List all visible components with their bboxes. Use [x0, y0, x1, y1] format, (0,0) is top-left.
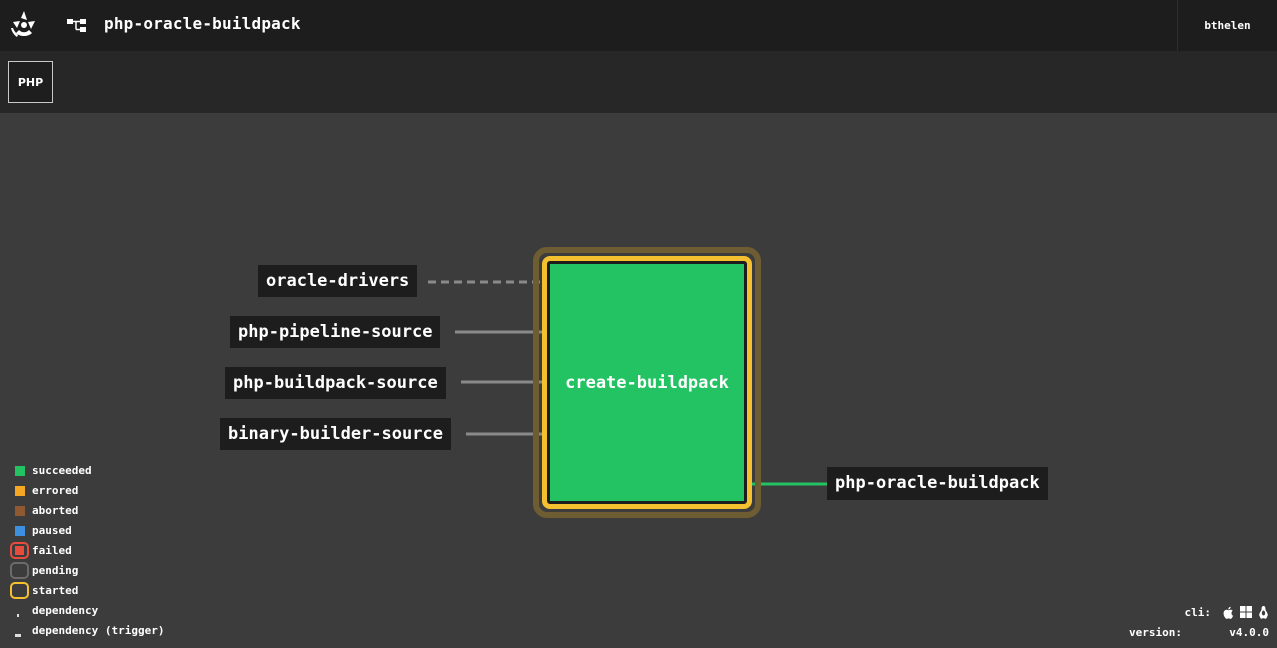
succeeded-swatch [15, 466, 25, 476]
legend-pending: pending [10, 562, 164, 582]
legend-succeeded: succeeded [10, 462, 164, 482]
legend-dependency: dependency [10, 602, 164, 622]
resource-binary-builder-source[interactable]: binary-builder-source [220, 418, 451, 450]
top-bar: php-oracle-buildpack bthelen [0, 0, 1277, 51]
legend-failed: failed [10, 542, 164, 562]
resource-php-buildpack-source[interactable]: php-buildpack-source [225, 367, 446, 399]
job-status-fill: create-buildpack [550, 264, 744, 501]
legend-started: started [10, 582, 164, 602]
dependency-swatch [17, 614, 19, 617]
started-swatch [10, 582, 29, 599]
dependency-trigger-swatch [15, 634, 21, 637]
pipeline-title[interactable]: php-oracle-buildpack [104, 14, 301, 33]
group-tab-php[interactable]: PHP [8, 61, 53, 103]
resource-oracle-drivers[interactable]: oracle-drivers [258, 265, 418, 297]
version-row: version: v4.0.0 [1129, 624, 1269, 644]
apple-icon[interactable] [1223, 606, 1234, 619]
windows-icon[interactable] [1240, 606, 1252, 618]
legend-dependency-trigger: dependency (trigger) [10, 622, 164, 642]
linux-icon[interactable] [1258, 606, 1269, 619]
legend-errored: errored [10, 482, 164, 502]
version-value: v4.0.0 [1229, 626, 1269, 639]
cli-row: cli: [1129, 604, 1269, 624]
legend: succeeded errored aborted paused failed … [10, 462, 164, 642]
resource-php-pipeline-source[interactable]: php-pipeline-source [230, 316, 441, 348]
username[interactable]: bthelen [1204, 19, 1250, 32]
resource-php-oracle-buildpack[interactable]: php-oracle-buildpack [827, 467, 1048, 500]
job-create-buildpack[interactable]: create-buildpack [533, 247, 761, 518]
aborted-swatch [15, 506, 25, 516]
concourse-logo-icon[interactable] [8, 8, 40, 40]
pipeline-icon [67, 19, 86, 32]
legend-aborted: aborted [10, 502, 164, 522]
groups-bar: PHP [0, 51, 1277, 113]
pending-swatch [10, 562, 29, 579]
job-started-ring: create-buildpack [542, 256, 752, 509]
job-name[interactable]: create-buildpack [565, 373, 729, 393]
version-label: version: [1129, 626, 1182, 639]
cli-downloads [1223, 606, 1269, 619]
user-menu[interactable]: bthelen [1177, 0, 1277, 51]
failed-swatch [10, 542, 29, 559]
paused-swatch [15, 526, 25, 536]
footer-info: cli: version: v4.0.0 [1129, 604, 1269, 644]
errored-swatch [15, 486, 25, 496]
cli-label: cli: [1184, 606, 1212, 619]
legend-paused: paused [10, 522, 164, 542]
